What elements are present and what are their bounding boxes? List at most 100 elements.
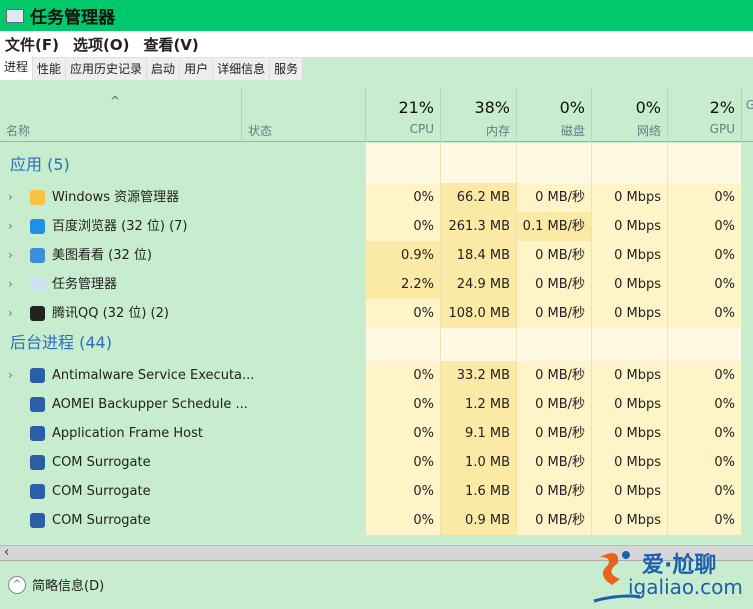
process-row[interactable]: AOMEI Backupper Schedule ... 0% 1.2 MB 0 MB… <box>0 390 753 419</box>
disk-cell: 0 MB/秒 <box>516 419 591 448</box>
process-row[interactable]: › 腾讯QQ (32 位) (2) 0% 108.0 MB 0 MB/秒 0 Mbps 0% <box>0 299 753 328</box>
gpu-cell: 0% <box>667 361 741 390</box>
tab-details[interactable]: 详细信息 <box>213 58 271 80</box>
service-icon <box>30 513 45 528</box>
column-gpu-label: GPU <box>709 122 735 136</box>
group-cell <box>591 328 667 361</box>
service-icon <box>30 426 45 441</box>
cpu-cell: 0% <box>365 506 440 535</box>
memory-cell: 1.6 MB <box>440 477 516 506</box>
process-row[interactable]: COM Surrogate 0% 1.0 MB 0 MB/秒 0 Mbps 0% <box>0 448 753 477</box>
menu-bar: 文件(F) 选项(O) 查看(V) <box>0 31 753 57</box>
network-cell: 0 Mbps <box>591 183 667 212</box>
task-manager-icon <box>30 277 45 292</box>
process-name: Windows 资源管理器 <box>52 190 180 205</box>
cpu-cell: 0% <box>365 477 440 506</box>
process-name: 任务管理器 <box>52 277 118 292</box>
column-extra[interactable]: G <box>741 88 753 142</box>
disk-cell: 0.1 MB/秒 <box>516 212 591 241</box>
memory-cell: 66.2 MB <box>440 183 516 212</box>
memory-cell: 1.0 MB <box>440 448 516 477</box>
disk-cell: 0 MB/秒 <box>516 477 591 506</box>
baidu-browser-icon <box>30 219 45 234</box>
column-network-label: 网络 <box>636 124 661 138</box>
column-network[interactable]: 0% 网络 <box>591 88 667 142</box>
cpu-cell: 0% <box>365 183 440 212</box>
process-row[interactable]: › 任务管理器 2.2% 24.9 MB 0 MB/秒 0 Mbps 0% <box>0 270 753 299</box>
process-row[interactable]: COM Surrogate 0% 0.9 MB 0 MB/秒 0 Mbps 0% <box>0 506 753 535</box>
chevron-right-icon[interactable]: › <box>8 241 13 270</box>
column-name[interactable]: 名称 <box>6 122 30 139</box>
tab-performance[interactable]: 性能 <box>33 58 67 80</box>
menu-file[interactable]: 文件(F) <box>5 34 59 55</box>
column-extra-label: G <box>745 98 753 112</box>
service-icon <box>30 484 45 499</box>
process-name: 百度浏览器 (32 位) (7) <box>52 219 188 234</box>
tab-startup[interactable]: 启动 <box>147 58 181 80</box>
network-cell: 0 Mbps <box>591 299 667 328</box>
gpu-cell: 0% <box>667 212 741 241</box>
meitu-icon <box>30 248 45 263</box>
memory-cell: 1.2 MB <box>440 390 516 419</box>
column-network-percent: 0% <box>635 98 661 117</box>
group-cell <box>365 143 440 183</box>
column-disk[interactable]: 0% 磁盘 <box>516 88 591 142</box>
memory-cell: 261.3 MB <box>440 212 516 241</box>
fewer-details-label: 简略信息(D) <box>32 579 105 594</box>
tab-services[interactable]: 服务 <box>270 58 304 80</box>
process-row[interactable]: › 百度浏览器 (32 位) (7) 0% 261.3 MB 0.1 MB/秒 0 Mbp… <box>0 212 753 241</box>
window-title: 任务管理器 <box>30 8 115 28</box>
process-name: Antimalware Service Executa... <box>52 368 255 383</box>
gpu-cell: 0% <box>667 448 741 477</box>
fewer-details-button[interactable]: ^ 简略信息(D) <box>8 575 104 594</box>
process-row[interactable]: › 美图看看 (32 位) 0.9% 18.4 MB 0 MB/秒 0 Mbps 0% <box>0 241 753 270</box>
network-cell: 0 Mbps <box>591 419 667 448</box>
process-name: 腾讯QQ (32 位) (2) <box>52 306 169 321</box>
tab-users[interactable]: 用户 <box>180 58 214 80</box>
network-cell: 0 Mbps <box>591 390 667 419</box>
chevron-right-icon[interactable]: › <box>8 183 13 212</box>
gpu-cell: 0% <box>667 390 741 419</box>
column-gpu[interactable]: 2% GPU <box>667 88 741 142</box>
process-row[interactable]: › Windows 资源管理器 0% 66.2 MB 0 MB/秒 0 Mbps 0% <box>0 183 753 212</box>
process-row[interactable]: › Antimalware Service Executa... 0% 33.2 MB… <box>0 361 753 390</box>
network-cell: 0 Mbps <box>591 448 667 477</box>
group-cell <box>516 328 591 361</box>
chevron-right-icon[interactable]: › <box>8 212 13 241</box>
memory-cell: 0.9 MB <box>440 506 516 535</box>
gpu-cell: 0% <box>667 270 741 299</box>
service-icon <box>30 397 45 412</box>
cpu-cell: 0% <box>365 448 440 477</box>
tab-processes[interactable]: 进程 <box>0 56 34 80</box>
disk-cell: 0 MB/秒 <box>516 506 591 535</box>
cpu-cell: 0% <box>365 419 440 448</box>
network-cell: 0 Mbps <box>591 270 667 299</box>
column-cpu[interactable]: 21% CPU <box>365 88 440 142</box>
disk-cell: 0 MB/秒 <box>516 390 591 419</box>
cpu-cell: 0% <box>365 212 440 241</box>
tab-app-history[interactable]: 应用历史记录 <box>66 58 148 80</box>
watermark-logo: 爱·尬聊 igaliao.com <box>590 545 750 605</box>
process-row[interactable]: COM Surrogate 0% 1.6 MB 0 MB/秒 0 Mbps 0% <box>0 477 753 506</box>
group-cell <box>667 143 741 183</box>
column-status[interactable]: 状态 <box>248 122 272 139</box>
memory-cell: 108.0 MB <box>440 299 516 328</box>
chevron-right-icon[interactable]: › <box>8 299 13 328</box>
disk-cell: 0 MB/秒 <box>516 299 591 328</box>
process-row[interactable]: Application Frame Host 0% 9.1 MB 0 MB/秒 0 Mb… <box>0 419 753 448</box>
folder-icon <box>30 190 45 205</box>
process-name: AOMEI Backupper Schedule ... <box>52 397 248 412</box>
network-cell: 0 Mbps <box>591 506 667 535</box>
disk-cell: 0 MB/秒 <box>516 183 591 212</box>
group-cell <box>516 143 591 183</box>
gpu-cell: 0% <box>667 299 741 328</box>
menu-options[interactable]: 选项(O) <box>73 34 129 55</box>
scroll-left-icon[interactable]: ‹ <box>4 546 9 560</box>
chevron-up-icon: ^ <box>8 575 26 594</box>
menu-view[interactable]: 查看(V) <box>143 34 198 55</box>
chevron-right-icon[interactable]: › <box>8 361 13 390</box>
chevron-right-icon[interactable]: › <box>8 270 13 299</box>
group-cell <box>365 328 440 361</box>
gpu-cell: 0% <box>667 506 741 535</box>
column-memory[interactable]: 38% 内存 <box>440 88 516 142</box>
